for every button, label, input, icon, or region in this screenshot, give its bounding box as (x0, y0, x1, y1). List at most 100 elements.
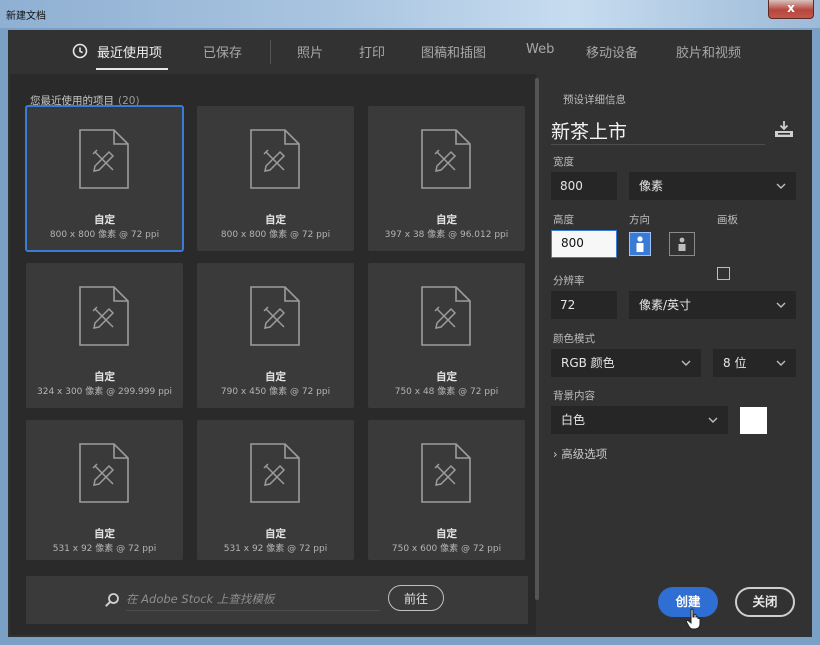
background-select[interactable]: 白色 (551, 406, 728, 434)
recent-item-name: 自定 (436, 371, 457, 383)
artboard-checkbox[interactable] (717, 267, 730, 280)
resolution-label: 分辨率 (553, 275, 585, 287)
recent-item-size: 397 x 38 像素 @ 96.012 ppi (384, 230, 509, 240)
tab-divider (270, 40, 271, 64)
stock-input-underline (126, 610, 380, 611)
portrait-icon (636, 236, 644, 252)
recent-item-name: 自定 (265, 214, 286, 226)
recent-item-name: 自定 (94, 371, 115, 383)
tab-film-video[interactable]: 胶片和视频 (676, 42, 741, 61)
resolution-unit-select[interactable]: 像素/英寸 (629, 291, 796, 319)
width-unit-select[interactable]: 像素 (629, 172, 796, 200)
width-input[interactable]: 800 (551, 172, 617, 200)
document-icon (421, 443, 471, 503)
window-title: 新建文档 (6, 11, 46, 22)
document-icon (421, 129, 471, 189)
stock-search-input[interactable]: 在 Adobe Stock 上查找模板 (126, 591, 376, 607)
tab-web[interactable]: Web (526, 42, 554, 57)
color-mode-select[interactable]: RGB 颜色 (551, 349, 701, 377)
adobe-stock-search-bar: 在 Adobe Stock 上查找模板 前往 (26, 576, 528, 624)
tab-active-underline (96, 68, 168, 70)
recent-item-card[interactable]: 自定 397 x 38 像素 @ 96.012 ppi (368, 106, 525, 251)
document-icon (250, 443, 300, 503)
recent-item-card[interactable]: 自定 531 x 92 像素 @ 72 ppi (26, 420, 183, 560)
color-mode-label: 颜色模式 (553, 333, 595, 345)
recent-item-name: 自定 (265, 371, 286, 383)
preset-name-underline (551, 144, 765, 145)
width-unit-value: 像素 (639, 179, 664, 193)
recent-item-size: 531 x 92 像素 @ 72 ppi (223, 544, 328, 554)
recent-item-size: 790 x 450 像素 @ 72 ppi (220, 387, 331, 397)
bit-depth-select[interactable]: 8 位 (713, 349, 796, 377)
resolution-input[interactable]: 72 (551, 291, 617, 319)
go-button[interactable]: 前往 (388, 585, 444, 611)
artboard-label: 画板 (717, 214, 738, 226)
chevron-down-icon (776, 183, 786, 189)
recent-items-panel: 您最近使用的项目 (20) 自定 800 x 800 像素 @ 72 ppi 自定 80… (10, 74, 536, 635)
orientation-label: 方向 (629, 214, 650, 226)
landscape-orientation-button[interactable] (669, 232, 695, 256)
tab-art-illustration[interactable]: 图稿和插图 (421, 42, 486, 61)
close-button[interactable]: 关闭 (735, 587, 795, 617)
height-label: 高度 (553, 214, 574, 226)
category-tabs: 最近使用项 已保存 照片 打印 图稿和插图 Web 移动设备 胶片和视频 (8, 30, 812, 74)
width-label: 宽度 (553, 156, 574, 168)
recent-item-name: 自定 (94, 528, 115, 540)
document-icon (79, 443, 129, 503)
recent-item-name: 自定 (436, 214, 457, 226)
recent-item-name: 自定 (436, 528, 457, 540)
height-input[interactable]: 800 (551, 230, 617, 258)
chevron-down-icon (776, 360, 786, 366)
search-icon (105, 593, 119, 607)
recent-item-card[interactable]: 自定 531 x 92 像素 @ 72 ppi (197, 420, 354, 560)
resolution-unit-value: 像素/英寸 (639, 298, 692, 312)
recent-item-card[interactable]: 自定 750 x 600 像素 @ 72 ppi (368, 420, 525, 560)
preset-name-input[interactable]: 新茶上市 (551, 117, 627, 144)
hand-cursor-icon (685, 608, 701, 630)
landscape-icon (678, 237, 686, 251)
preset-details-panel: 预设详细信息 新茶上市 宽度 800 像素 高度 方向 画板 800 分辨率 7… (545, 74, 812, 635)
tab-recent[interactable]: 最近使用项 (97, 42, 162, 61)
recent-item-size: 750 x 48 像素 @ 72 ppi (394, 387, 499, 397)
tab-mobile[interactable]: 移动设备 (586, 42, 638, 61)
color-mode-value: RGB 颜色 (561, 356, 615, 370)
recent-item-card[interactable]: 自定 800 x 800 像素 @ 72 ppi (25, 105, 184, 252)
clock-icon (72, 43, 88, 59)
window-close-button[interactable]: x (768, 0, 814, 19)
window-titlebar[interactable]: 新建文档 (0, 0, 820, 28)
document-icon (250, 286, 300, 346)
recent-item-name: 自定 (94, 214, 115, 226)
chevron-down-icon (776, 302, 786, 308)
recent-item-name: 自定 (265, 528, 286, 540)
bit-depth-value: 8 位 (723, 356, 747, 370)
recent-item-size: 324 x 300 像素 @ 299.999 ppi (37, 387, 172, 397)
save-preset-icon[interactable] (774, 120, 794, 138)
recent-item-size: 750 x 600 像素 @ 72 ppi (391, 544, 502, 554)
recent-item-card[interactable]: 自定 800 x 800 像素 @ 72 ppi (197, 106, 354, 251)
advanced-options-toggle[interactable]: › 高级选项 (553, 446, 607, 462)
tab-saved[interactable]: 已保存 (203, 42, 242, 61)
preset-details-label: 预设详细信息 (563, 94, 626, 106)
tab-print[interactable]: 打印 (359, 42, 385, 61)
advanced-options-label: 高级选项 (561, 447, 608, 461)
document-icon (79, 129, 129, 189)
document-icon (79, 286, 129, 346)
portrait-orientation-button[interactable] (629, 232, 651, 256)
recent-item-card[interactable]: 自定 750 x 48 像素 @ 72 ppi (368, 263, 525, 408)
recent-item-card[interactable]: 自定 790 x 450 像素 @ 72 ppi (197, 263, 354, 408)
recent-item-size: 800 x 800 像素 @ 72 ppi (49, 230, 160, 240)
tab-photo[interactable]: 照片 (297, 42, 323, 61)
chevron-right-icon: › (553, 447, 558, 461)
background-label: 背景内容 (553, 390, 595, 402)
recent-scrollbar[interactable] (535, 78, 539, 600)
recent-item-card[interactable]: 自定 324 x 300 像素 @ 299.999 ppi (26, 263, 183, 408)
recent-item-size: 531 x 92 像素 @ 72 ppi (52, 544, 157, 554)
background-color-swatch[interactable] (740, 407, 767, 434)
recent-item-size: 800 x 800 像素 @ 72 ppi (220, 230, 331, 240)
background-value: 白色 (561, 413, 586, 427)
document-icon (250, 129, 300, 189)
document-icon (421, 286, 471, 346)
chevron-down-icon (681, 360, 691, 366)
new-document-dialog: 最近使用项 已保存 照片 打印 图稿和插图 Web 移动设备 胶片和视频 您最近… (8, 30, 812, 637)
chevron-down-icon (708, 417, 718, 423)
